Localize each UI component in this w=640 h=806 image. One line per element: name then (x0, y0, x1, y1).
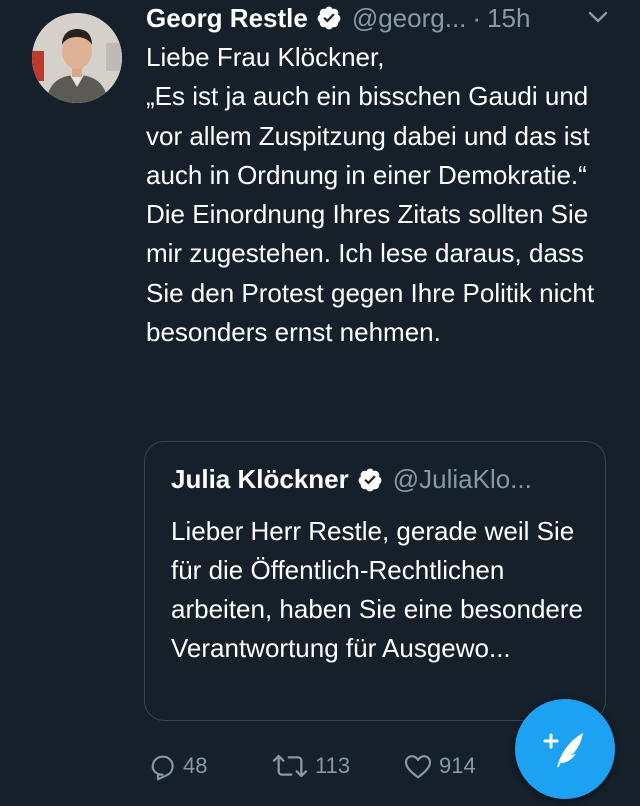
reply-count: 48 (183, 753, 208, 778)
quoted-tweet-text: Lieber Herr Restle, gerade weil Sie für … (171, 516, 583, 663)
quoted-author-name: Julia Klöckner (171, 464, 349, 494)
quoted-tweet-header: Julia Klöckner @JuliaKlo... (171, 464, 532, 495)
compose-tweet-button[interactable] (515, 699, 615, 799)
tweet-card[interactable]: Georg Restle @georg... · 15h Liebe Frau … (0, 0, 640, 806)
avatar[interactable] (32, 13, 122, 103)
compose-tweet-icon (543, 733, 583, 767)
quoted-author-handle: @JuliaKlo... (392, 464, 532, 494)
verified-badge-icon (358, 468, 382, 491)
reply-button[interactable]: 48 (146, 748, 207, 784)
author-name[interactable]: Georg Restle (146, 3, 308, 34)
quoted-tweet[interactable]: Julia Klöckner @JuliaKlo... Lieber Herr … (144, 441, 606, 721)
like-count: 914 (439, 753, 476, 778)
chevron-down-icon[interactable] (587, 8, 609, 26)
avatar-photo (32, 13, 122, 103)
retweet-button[interactable]: 113 (270, 748, 350, 784)
heart-icon (404, 755, 432, 779)
verified-badge-icon (317, 6, 341, 30)
timestamp[interactable]: 15h (487, 3, 530, 34)
tweet-text: Liebe Frau Klöckner, „Es ist ja auch ein… (146, 42, 595, 348)
tweet-header: Georg Restle @georg... · 15h (146, 0, 626, 36)
reply-icon (151, 755, 174, 781)
retweet-icon (272, 754, 308, 778)
author-handle[interactable]: @georg... (352, 3, 467, 34)
separator-dot: · (472, 2, 482, 33)
retweet-count: 113 (315, 753, 351, 778)
like-button[interactable]: 914 (402, 748, 476, 784)
